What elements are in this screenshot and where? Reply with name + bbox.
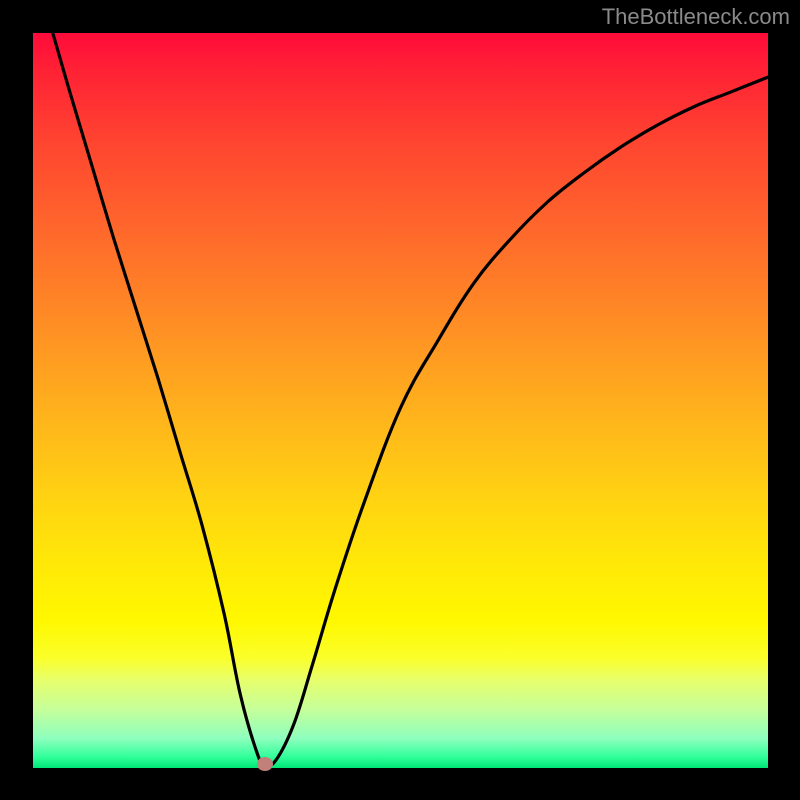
- plot-area: [33, 33, 768, 768]
- minimum-marker: [257, 757, 273, 771]
- bottleneck-curve: [33, 33, 768, 768]
- curve-path: [53, 33, 768, 766]
- watermark-text: TheBottleneck.com: [602, 4, 790, 30]
- chart-frame: TheBottleneck.com: [0, 0, 800, 800]
